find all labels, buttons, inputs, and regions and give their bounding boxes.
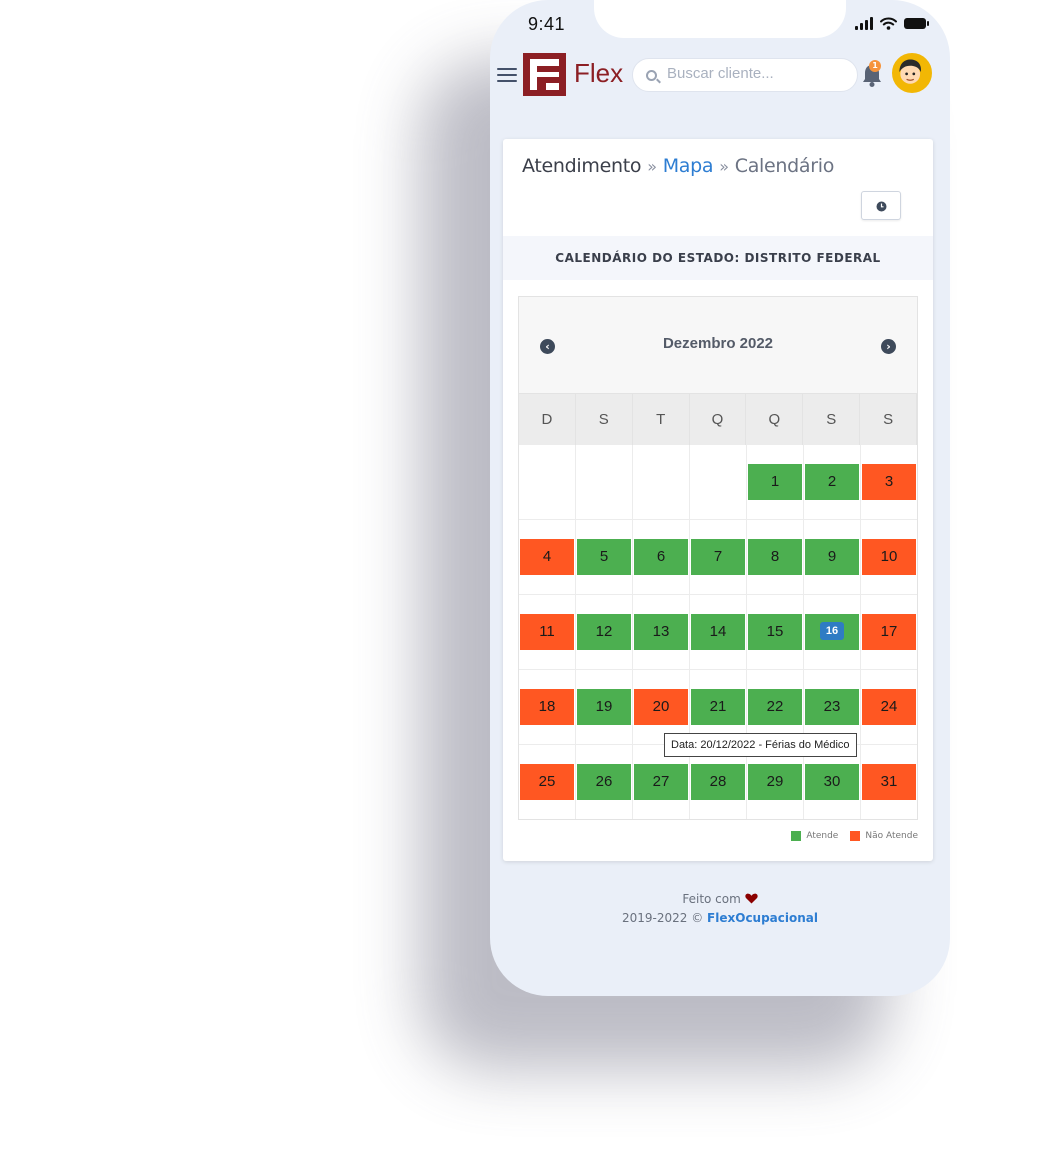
avatar[interactable]: [892, 53, 932, 93]
calendar-day-25[interactable]: 25: [520, 764, 574, 800]
calendar-grid: 1 2 3 4 5 6 7 8 9 10 11 12 13 14 15 16 17 18 19 20 21 22 23 24 2…: [519, 445, 917, 819]
weekday-label: Q: [690, 394, 747, 445]
calendar-day-5[interactable]: 5: [577, 539, 631, 575]
calendar-day-27[interactable]: 27: [634, 764, 688, 800]
calendar-day-20[interactable]: 20: [634, 689, 688, 725]
calendar-day-22[interactable]: 22: [748, 689, 802, 725]
signal-icon: [855, 17, 873, 30]
calendar-day-16[interactable]: 16: [805, 614, 859, 650]
calendar-day-30[interactable]: 30: [805, 764, 859, 800]
next-month-button[interactable]: ›: [881, 339, 896, 354]
calendar-day-12[interactable]: 12: [577, 614, 631, 650]
legend-swatch-orange: [850, 831, 861, 841]
heart-icon: [744, 893, 758, 904]
weekday-label: S: [576, 394, 633, 445]
weekday-label: D: [519, 394, 576, 445]
calendar-day-10[interactable]: 10: [862, 539, 916, 575]
weekday-label: S: [860, 394, 918, 445]
calendar-day-7[interactable]: 7: [691, 539, 745, 575]
breadcrumb-separator: »: [647, 157, 657, 176]
calendar-day-2[interactable]: 2: [805, 464, 859, 500]
breadcrumb: Atendimento » Mapa » Calendário: [522, 155, 834, 177]
calendar-day-26[interactable]: 26: [577, 764, 631, 800]
calendar-day-29[interactable]: 29: [748, 764, 802, 800]
calendar-day-15[interactable]: 15: [748, 614, 802, 650]
calendar-day-17[interactable]: 17: [862, 614, 916, 650]
calendar-day-8[interactable]: 8: [748, 539, 802, 575]
month-title: Dezembro 2022: [662, 335, 774, 352]
footer-brand-link[interactable]: FlexOcupacional: [707, 911, 818, 925]
phone-notch: [594, 0, 846, 38]
calendar-day-9[interactable]: 9: [805, 539, 859, 575]
calendar-day-28[interactable]: 28: [691, 764, 745, 800]
day-tooltip: Data: 20/12/2022 - Férias do Médico: [664, 733, 857, 757]
legend-item-nao-atende: Não Atende: [850, 831, 918, 841]
history-button[interactable]: [861, 191, 901, 220]
status-time: 9:41: [528, 14, 566, 34]
search-icon: [646, 70, 657, 81]
search-input[interactable]: [667, 65, 847, 82]
today-badge: 16: [819, 622, 845, 641]
calendar-day-3[interactable]: 3: [862, 464, 916, 500]
avatar-face-icon: [894, 55, 927, 88]
weekday-label: Q: [746, 394, 804, 445]
calendar-day-23[interactable]: 23: [805, 689, 859, 725]
weekday-label: T: [633, 394, 690, 445]
legend: Atende Não Atende: [791, 831, 918, 841]
legend-item-atende: Atende: [791, 831, 838, 841]
wifi-icon: [880, 17, 897, 30]
clock-icon: [876, 201, 887, 212]
calendar-day-11[interactable]: 11: [520, 614, 574, 650]
weekday-label: S: [803, 394, 861, 445]
top-bar: Flex 1: [490, 50, 950, 100]
legend-swatch-green: [791, 831, 802, 841]
footer: Feito com 2019-2022 © FlexOcupacional: [490, 890, 950, 928]
calendar-day-18[interactable]: 18: [520, 689, 574, 725]
calendar-day-13[interactable]: 13: [634, 614, 688, 650]
phone-frame: 9:41 Flex 1: [490, 0, 950, 996]
legend-label-atende: Atende: [806, 831, 839, 841]
breadcrumb-item-mapa[interactable]: Mapa: [663, 155, 714, 177]
search-box[interactable]: [632, 58, 858, 92]
breadcrumb-separator: »: [719, 157, 729, 176]
footer-made-with: Feito com: [682, 892, 741, 906]
menu-icon[interactable]: [497, 68, 517, 82]
logo-text[interactable]: Flex: [574, 58, 623, 89]
footer-copyright: 2019-2022 ©: [621, 911, 704, 925]
calendar-day-21[interactable]: 21: [691, 689, 745, 725]
calendar-day-14[interactable]: 14: [691, 614, 745, 650]
calendar-day-1[interactable]: 1: [748, 464, 802, 500]
status-icons: [855, 17, 929, 30]
legend-label-nao-atende: Não Atende: [865, 831, 918, 841]
calendar-day-24[interactable]: 24: [862, 689, 916, 725]
breadcrumb-item-atendimento[interactable]: Atendimento: [522, 155, 642, 177]
calendar-day-31[interactable]: 31: [862, 764, 916, 800]
battery-icon: [904, 18, 929, 29]
calendar: ‹ Dezembro 2022 › DSTQQSS 1 2 3 4 5 6 7 8 9 10 11 1…: [518, 296, 918, 820]
calendar-header: ‹ Dezembro 2022 ›: [519, 297, 917, 394]
notification-badge: 1: [869, 60, 881, 72]
calendar-day-4[interactable]: 4: [520, 539, 574, 575]
calendar-card: Atendimento » Mapa » Calendário CALENDÁRIO D…: [503, 139, 933, 861]
breadcrumb-item-calendario: Calendário: [734, 155, 835, 177]
section-title: CALENDÁRIO DO ESTADO: DISTRITO FEDERAL: [503, 236, 933, 280]
calendar-day-19[interactable]: 19: [577, 689, 631, 725]
calendar-day-6[interactable]: 6: [634, 539, 688, 575]
weekday-header: DSTQQSS: [519, 394, 918, 445]
flex-logo-icon[interactable]: [523, 53, 566, 96]
